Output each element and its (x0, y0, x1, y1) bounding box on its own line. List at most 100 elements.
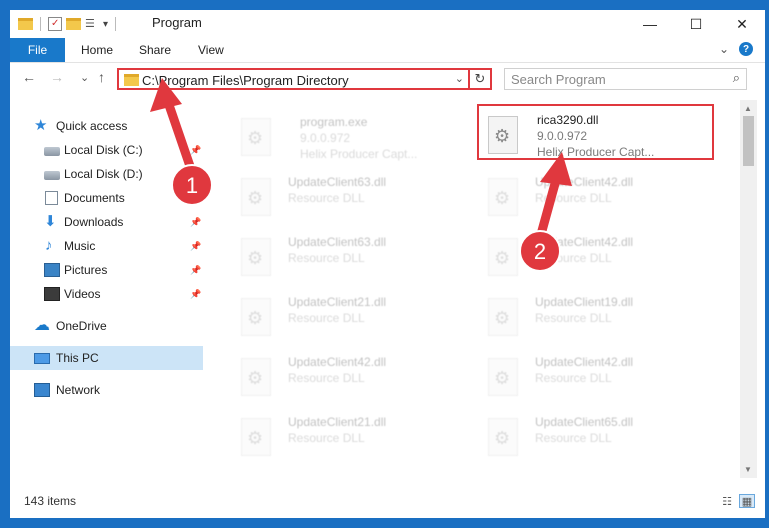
file-description: Resource DLL (288, 311, 365, 325)
sidebar-item-quick-access[interactable]: ★ Quick access (10, 114, 203, 138)
file-name: UpdateClient63.dll (288, 175, 387, 189)
disk-icon (44, 147, 60, 156)
recent-locations-button[interactable]: ⌄ (80, 71, 89, 84)
back-button[interactable]: ← (22, 69, 36, 85)
file-tile[interactable]: ⚙ UpdateClient63.dll Resource DLL (233, 170, 471, 224)
scrollbar-thumb[interactable] (743, 116, 754, 166)
file-description: Resource DLL (288, 371, 365, 385)
pin-icon[interactable]: 📌 (190, 169, 201, 180)
sidebar-item-local-disk-d[interactable]: Local Disk (D:) 📌 (10, 162, 203, 186)
new-folder-icon[interactable] (66, 18, 81, 30)
file-tile[interactable]: ⚙ UpdateClient19.dll Resource DLL (480, 290, 718, 344)
ribbon-right: ⌄ ? (719, 42, 753, 56)
sidebar-item-documents[interactable]: Documents 📌 (10, 186, 203, 210)
highlight-box (477, 104, 714, 160)
sidebar-item-label: This PC (56, 351, 99, 365)
sidebar-item-videos[interactable]: Videos 📌 (10, 282, 203, 306)
maximize-button[interactable]: ☐ (673, 10, 719, 38)
title-bar: ✓ ☰ ▾ Program — ☐ ✕ (10, 10, 765, 38)
search-icon[interactable]: ⌕ (733, 70, 740, 86)
file-description: Resource DLL (535, 191, 612, 205)
dll-file-icon: ⚙ (241, 238, 271, 276)
file-description: Resource DLL (288, 191, 365, 205)
sidebar-item-pictures[interactable]: Pictures 📌 (10, 258, 203, 282)
file-description: Resource DLL (288, 251, 365, 265)
sidebar-item-music[interactable]: ♪ Music 📌 (10, 234, 203, 258)
up-button[interactable]: ↑ (98, 69, 105, 85)
close-button[interactable]: ✕ (719, 10, 765, 38)
expand-ribbon-icon[interactable]: ⌄ (719, 42, 729, 56)
forward-button[interactable]: → (50, 69, 64, 85)
pin-icon[interactable]: 📌 (190, 193, 201, 204)
file-tile[interactable]: ⚙ UpdateClient63.dll Resource DLL (233, 230, 471, 284)
file-name: UpdateClient42.dll (535, 175, 634, 189)
vertical-scrollbar[interactable]: ▲ ▼ (740, 100, 757, 478)
pin-icon[interactable]: 📌 (190, 217, 201, 228)
documents-icon (45, 191, 58, 205)
help-icon[interactable]: ? (739, 42, 753, 56)
refresh-button[interactable]: ↻ (470, 68, 492, 90)
divider (40, 17, 41, 31)
ribbon: File Home Share View ⌄ ? (10, 38, 765, 63)
address-path[interactable]: C:\Program Files\Program Directory (142, 73, 349, 88)
sidebar-item-local-disk-c[interactable]: Local Disk (C:) 📌 (10, 138, 203, 162)
file-description: Resource DLL (535, 311, 612, 325)
sidebar-item-label: Local Disk (C:) (64, 143, 143, 157)
minimize-button[interactable]: — (627, 10, 673, 38)
file-name: UpdateClient42.dll (288, 355, 387, 369)
tab-share[interactable]: Share (139, 43, 171, 57)
file-tile[interactable]: ⚙ UpdateClient42.dll Resource DLL (480, 350, 718, 404)
file-tile[interactable]: ⚙ program.exe 9.0.0.972 Helix Producer C… (233, 110, 471, 164)
pin-icon[interactable]: 📌 (190, 289, 201, 300)
sidebar-item-downloads[interactable]: ⬇ Downloads 📌 (10, 210, 203, 234)
status-bar: 143 items ☷ ▦ (10, 490, 765, 518)
file-description: Helix Producer Capt... (300, 147, 418, 161)
music-icon: ♪ (45, 237, 53, 254)
file-name: UpdateClient63.dll (288, 235, 387, 249)
item-count: 143 items (24, 494, 77, 508)
dll-file-icon: ⚙ (241, 358, 271, 396)
file-name: UpdateClient21.dll (288, 415, 387, 429)
file-name: UpdateClient42.dll (535, 235, 634, 249)
customize-icon[interactable]: ☰ (85, 17, 99, 31)
file-tile[interactable]: ⚙ UpdateClient42.dll Resource DLL (480, 230, 718, 284)
file-description: Resource DLL (288, 431, 365, 445)
details-view-icon[interactable]: ☷ (719, 494, 735, 508)
search-input[interactable] (511, 71, 711, 87)
tab-home[interactable]: Home (81, 43, 113, 57)
file-tile[interactable]: ⚙ UpdateClient21.dll Resource DLL (233, 290, 471, 344)
sidebar-item-network[interactable]: Network (10, 378, 203, 402)
pin-icon[interactable]: 📌 (190, 241, 201, 252)
pin-icon[interactable]: 📌 (190, 265, 201, 276)
file-tile[interactable]: ⚙ UpdateClient21.dll Resource DLL (233, 410, 471, 464)
tab-view[interactable]: View (198, 43, 224, 57)
chevron-down-icon[interactable]: ▾ (103, 19, 108, 30)
sidebar-item-onedrive[interactable]: ☁ OneDrive (10, 314, 203, 338)
pictures-icon (44, 263, 60, 277)
sidebar-item-label: Music (64, 239, 96, 253)
dll-file-icon: ⚙ (488, 238, 518, 276)
address-bar[interactable]: C:\Program Files\Program Directory ⌄ (117, 68, 470, 90)
this-pc-icon (34, 352, 50, 364)
videos-icon (44, 287, 60, 301)
file-tile[interactable]: ⚙ UpdateClient42.dll Resource DLL (233, 350, 471, 404)
scroll-up-icon[interactable]: ▲ (744, 104, 752, 113)
file-name: UpdateClient19.dll (535, 295, 634, 309)
sidebar-item-label: Downloads (64, 215, 124, 229)
navigation-pane: ★ Quick access Local Disk (C:) 📌 Local D… (10, 100, 205, 475)
dll-file-icon: ⚙ (488, 418, 518, 456)
pin-icon[interactable]: 📌 (190, 145, 201, 156)
sidebar-item-this-pc[interactable]: This PC (10, 346, 203, 370)
view-buttons: ☷ ▦ (719, 494, 755, 508)
large-icons-view-icon[interactable]: ▦ (739, 494, 755, 508)
file-tile[interactable]: ⚙ UpdateClient65.dll Resource DLL (480, 410, 718, 464)
dll-file-icon: ⚙ (488, 358, 518, 396)
scroll-down-icon[interactable]: ▼ (744, 465, 752, 474)
tab-file[interactable]: File (10, 38, 65, 62)
quick-access-toolbar: ✓ ☰ ▾ (18, 14, 119, 34)
file-tile[interactable]: ⚙ UpdateClient42.dll Resource DLL (480, 170, 718, 224)
downloads-icon: ⬇ (44, 213, 57, 230)
search-box[interactable]: ⌕ (504, 68, 747, 90)
chevron-down-icon[interactable]: ⌄ (455, 72, 464, 85)
properties-icon[interactable]: ✓ (48, 17, 62, 31)
